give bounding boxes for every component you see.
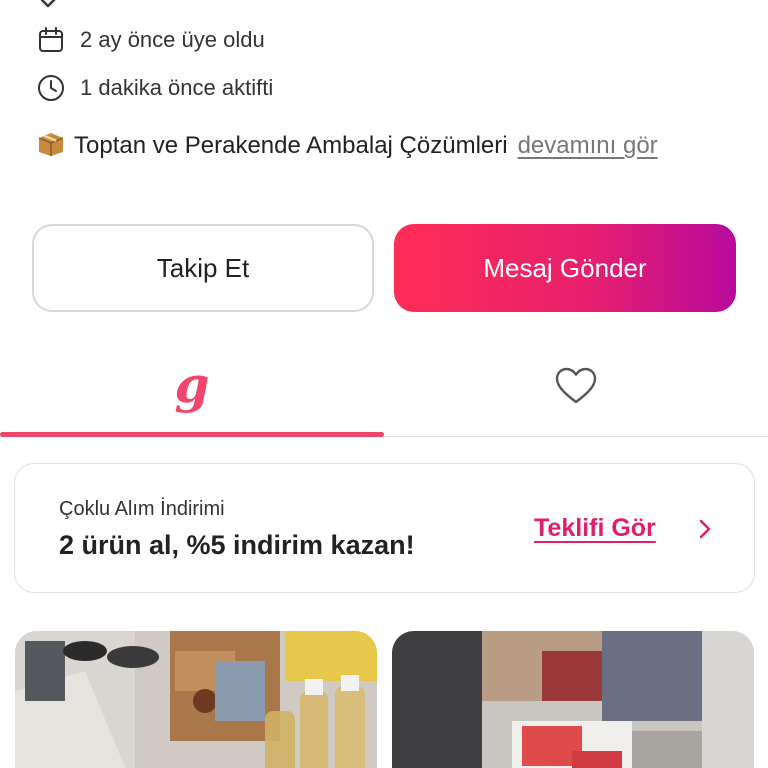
- view-offer-link[interactable]: Teklifi Gör: [534, 514, 656, 543]
- product-photo: [15, 631, 377, 768]
- tab-products[interactable]: g: [0, 340, 384, 436]
- info-row-partial: [36, 0, 80, 16]
- bio-more-link[interactable]: devamını gör: [518, 132, 658, 159]
- brand-g-icon: g: [174, 355, 210, 414]
- send-message-button[interactable]: Mesaj Gönder: [394, 224, 736, 312]
- bundle-discount-card: Çoklu Alım İndirimi 2 ürün al, %5 indiri…: [14, 463, 755, 593]
- listing-card[interactable]: [15, 631, 377, 768]
- promo-description: 2 ürün al, %5 indirim kazan!: [59, 530, 415, 560]
- active-text: 1 dakika önce aktifti: [80, 75, 274, 100]
- joined-text: 2 ay önce üye oldu: [80, 27, 265, 52]
- clock-icon: [36, 73, 66, 103]
- chevron-right-icon[interactable]: [693, 514, 717, 544]
- promo-title: Çoklu Alım İndirimi: [59, 498, 225, 520]
- active-row: 1 dakika önce aktifti: [36, 72, 273, 104]
- tab-likes[interactable]: [384, 340, 768, 436]
- follow-button[interactable]: Takip Et: [32, 224, 374, 312]
- listing-card[interactable]: [392, 631, 754, 768]
- check-icon: [36, 0, 66, 15]
- product-photo: [392, 631, 754, 768]
- profile-bio: Toptan ve Perakende Ambalaj Çözümleri dev…: [36, 130, 736, 162]
- heart-icon: [554, 366, 598, 411]
- bio-text: Toptan ve Perakende Ambalaj Çözümleri: [74, 132, 508, 159]
- active-tab-indicator: [0, 432, 384, 437]
- calendar-icon: [36, 25, 66, 55]
- joined-row: 2 ay önce üye oldu: [36, 24, 265, 56]
- package-icon: [36, 131, 66, 157]
